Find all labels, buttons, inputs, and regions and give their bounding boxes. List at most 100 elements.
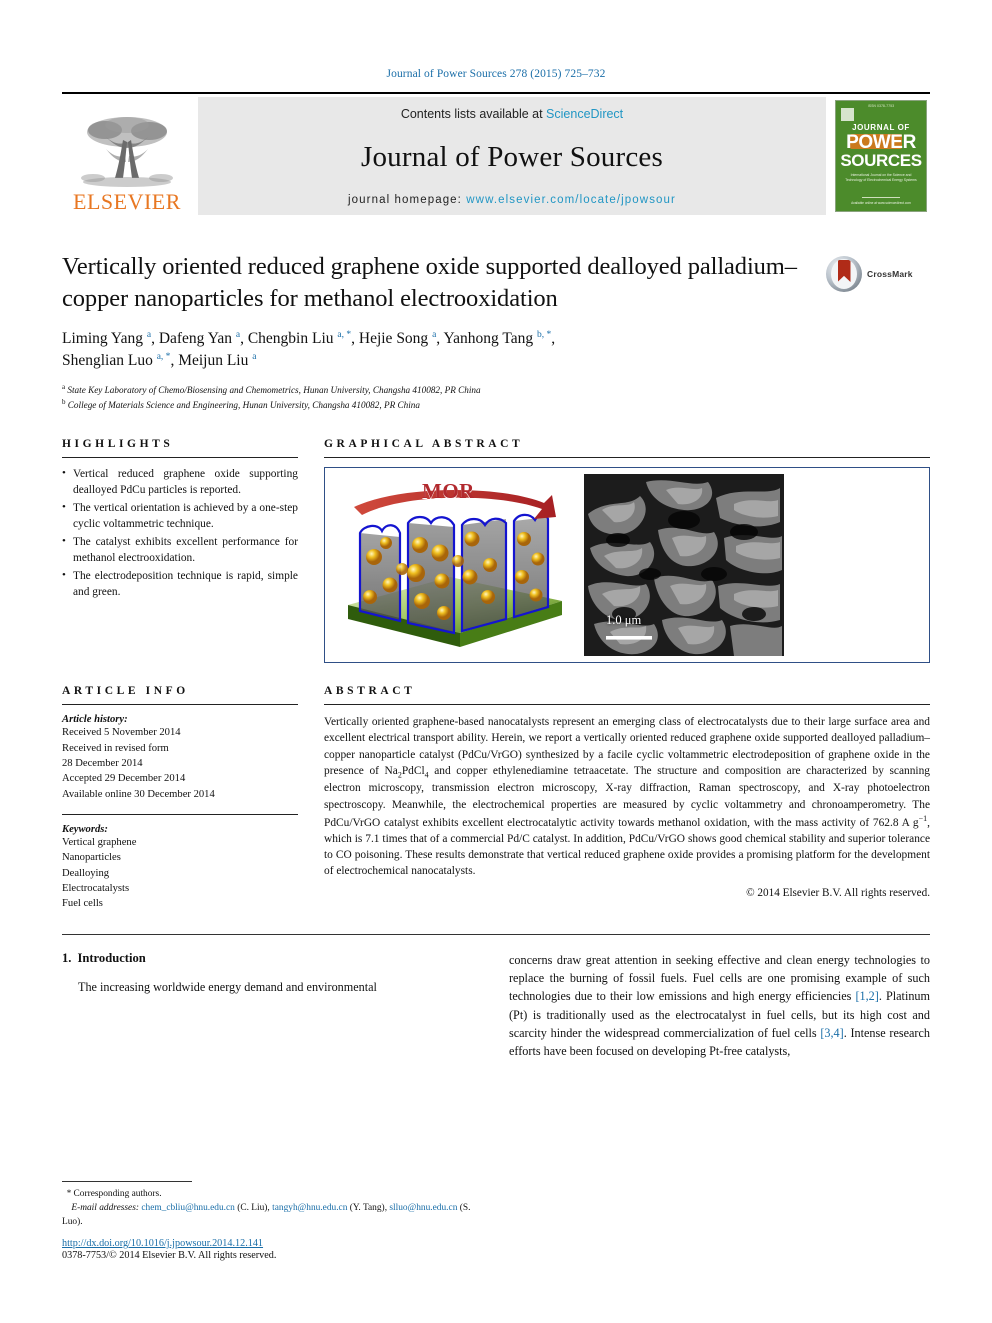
citation-link[interactable]: [3,4] <box>820 1026 843 1040</box>
author-name: Shenglian Luo <box>62 352 153 370</box>
cover-divider <box>862 197 900 198</box>
list-item: Vertical reduced graphene oxide supporti… <box>62 466 298 499</box>
author-affiliation-mark: a <box>235 329 241 340</box>
graphical-abstract-schematic: MOR <box>330 473 580 657</box>
crossmark-badge[interactable]: CrossMark <box>826 253 930 295</box>
author-item: Liming Yang a <box>62 330 151 347</box>
graphical-abstract-figure: MOR 1.0 μm <box>324 467 930 664</box>
cover-journal-word: JOURNAL OF <box>852 123 910 132</box>
author-name: Meijun Liu <box>178 352 249 370</box>
author-name: Hejie Song <box>358 329 429 347</box>
article-history-item: Accepted 29 December 2014 <box>62 773 186 785</box>
author-item: Shenglian Luo a, * <box>62 352 170 369</box>
page-title: Vertically oriented reduced graphene oxi… <box>62 253 797 312</box>
affiliation-mark: b <box>62 397 66 406</box>
author-item: Meijun Liu a <box>178 352 256 369</box>
elsevier-tree-icon <box>81 117 173 187</box>
journal-cover-thumbnail: ISSN 0378-7753 JOURNAL OF POWER SOURCES … <box>832 97 930 215</box>
running-head: Journal of Power Sources 278 (2015) 725–… <box>386 68 606 80</box>
scale-bar-label: 1.0 μm <box>606 613 642 628</box>
asterisk-icon: * <box>66 1187 72 1198</box>
article-history-label: Article history: <box>62 714 128 726</box>
highlights-list: Vertical reduced graphene oxide supporti… <box>62 466 298 601</box>
article-history-item: Received 5 November 2014 <box>62 727 181 739</box>
affiliation-item: b College of Materials Science and Engin… <box>62 397 930 412</box>
keyword-item: Nanoparticles <box>62 852 121 864</box>
author-name: Liming Yang <box>62 329 143 347</box>
title-block: CrossMark Vertically oriented reduced gr… <box>62 251 930 412</box>
intro-paragraph-right: concerns draw great attention in seeking… <box>509 951 930 1061</box>
masthead: ELSEVIER Contents lists available at Sci… <box>62 92 930 215</box>
sciencedirect-link[interactable]: ScienceDirect <box>546 107 623 121</box>
body-divider <box>62 933 930 935</box>
corresponding-author-note: * Corresponding authors. <box>62 1187 492 1201</box>
author-name: Yanhong Tang <box>443 329 534 347</box>
article-page: Journal of Power Sources 278 (2015) 725–… <box>0 0 992 1323</box>
author-affiliation-mark: a, * <box>337 329 352 340</box>
keyword-item: Vertical graphene <box>62 837 137 849</box>
keywords-label: Keywords: <box>62 824 108 836</box>
affiliation-item: a State Key Laboratory of Chemo/Biosensi… <box>62 382 930 397</box>
keywords-block: Keywords: Vertical graphene Nanoparticle… <box>62 824 298 912</box>
cover-elsevier-icon <box>841 108 854 121</box>
articleinfo-and-abstract: ARTICLE INFO Article history: Received 5… <box>62 685 930 912</box>
author-name: Dafeng Yan <box>158 329 232 347</box>
masthead-center: Contents lists available at ScienceDirec… <box>198 97 826 215</box>
corresponding-text: Corresponding authors. <box>73 1188 162 1199</box>
list-item: The vertical orientation is achieved by … <box>62 500 298 533</box>
body-column-right: concerns draw great attention in seeking… <box>509 951 930 1061</box>
section-title: Introduction <box>77 950 146 965</box>
author-item: Yanhong Tang b, * <box>443 330 551 347</box>
author-affiliation-mark: a <box>146 329 152 340</box>
graphical-abstract-section: GRAPHICAL ABSTRACT MOR 1.0 μm <box>324 438 930 664</box>
graphical-abstract-heading: GRAPHICAL ABSTRACT <box>324 438 524 451</box>
intro-paragraph-left: The increasing worldwide energy demand a… <box>78 979 377 994</box>
sem-micrograph: 1.0 μm <box>584 474 784 657</box>
abstract-superscript: −1 <box>918 813 928 823</box>
scale-bar-line <box>606 636 652 640</box>
article-info-heading: ARTICLE INFO <box>62 685 189 698</box>
author-affiliation-mark: a <box>252 352 257 362</box>
section-heading-introduction: 1. Introduction <box>62 951 483 966</box>
abstract-part: PdCl <box>401 764 425 777</box>
author-list: Liming Yang a, Dafeng Yan a, Chengbin Li… <box>62 329 556 370</box>
author-item: Chengbin Liu a, * <box>248 330 351 347</box>
body-column-left: 1. Introduction The increasing worldwide … <box>62 951 483 1061</box>
article-history-item: 28 December 2014 <box>62 757 143 769</box>
crossmark-label: CrossMark <box>867 269 913 279</box>
list-item: The catalyst exhibits excellent performa… <box>62 534 298 567</box>
author-affiliation-mark: a, * <box>156 352 171 362</box>
journal-homepage-line: journal homepage: www.elsevier.com/locat… <box>348 194 676 206</box>
highlights-and-graphical-abstract: HIGHLIGHTS Vertical reduced graphene oxi… <box>62 438 930 664</box>
email-link[interactable]: chem_cbliu@hnu.edu.cn <box>141 1203 235 1213</box>
affiliation-mark: a <box>62 382 66 391</box>
article-history-item: Received in revised form <box>62 742 169 754</box>
email-link[interactable]: tangyh@hnu.edu.cn <box>272 1203 347 1213</box>
highlights-heading: HIGHLIGHTS <box>62 438 174 451</box>
email-label: E-mail addresses: <box>71 1202 139 1213</box>
cover-sources-word: SOURCES <box>840 151 922 170</box>
author-item: Hejie Song a <box>359 330 436 347</box>
email-owner: (C. Liu) <box>237 1202 268 1213</box>
abstract-section: ABSTRACT Vertically oriented graphene-ba… <box>324 685 930 912</box>
email-link[interactable]: slluo@hnu.edu.cn <box>389 1203 457 1213</box>
contents-prefix: Contents lists available at <box>400 107 547 121</box>
elsevier-wordmark: ELSEVIER <box>73 189 181 214</box>
citation-link[interactable]: [1,2] <box>855 989 878 1003</box>
email-note: E-mail addresses: chem_cbliu@hnu.edu.cn … <box>62 1202 471 1227</box>
highlights-section: HIGHLIGHTS Vertical reduced graphene oxi… <box>62 438 298 663</box>
author-item: Dafeng Yan a <box>159 330 240 347</box>
author-affiliation-mark: b, * <box>536 329 552 340</box>
affiliation-text: College of Materials Science and Enginee… <box>67 400 420 410</box>
abstract-heading: ABSTRACT <box>324 685 416 698</box>
sem-image-icon <box>584 474 784 657</box>
homepage-link[interactable]: www.elsevier.com/locate/jpowsour <box>466 194 676 206</box>
article-info-section: ARTICLE INFO Article history: Received 5… <box>62 685 298 912</box>
doi-link[interactable]: http://dx.doi.org/10.1016/j.jpowsour.201… <box>62 1238 492 1249</box>
cover-bottom-line: Available online at www.sciencedirect.co… <box>851 201 911 205</box>
author-name: Chengbin Liu <box>247 329 334 347</box>
keyword-item: Dealloying <box>62 867 110 879</box>
cover-description: International Journal on the Science and… <box>845 173 917 183</box>
author-affiliation-mark: a <box>432 329 437 340</box>
homepage-prefix: journal homepage: <box>348 194 467 206</box>
